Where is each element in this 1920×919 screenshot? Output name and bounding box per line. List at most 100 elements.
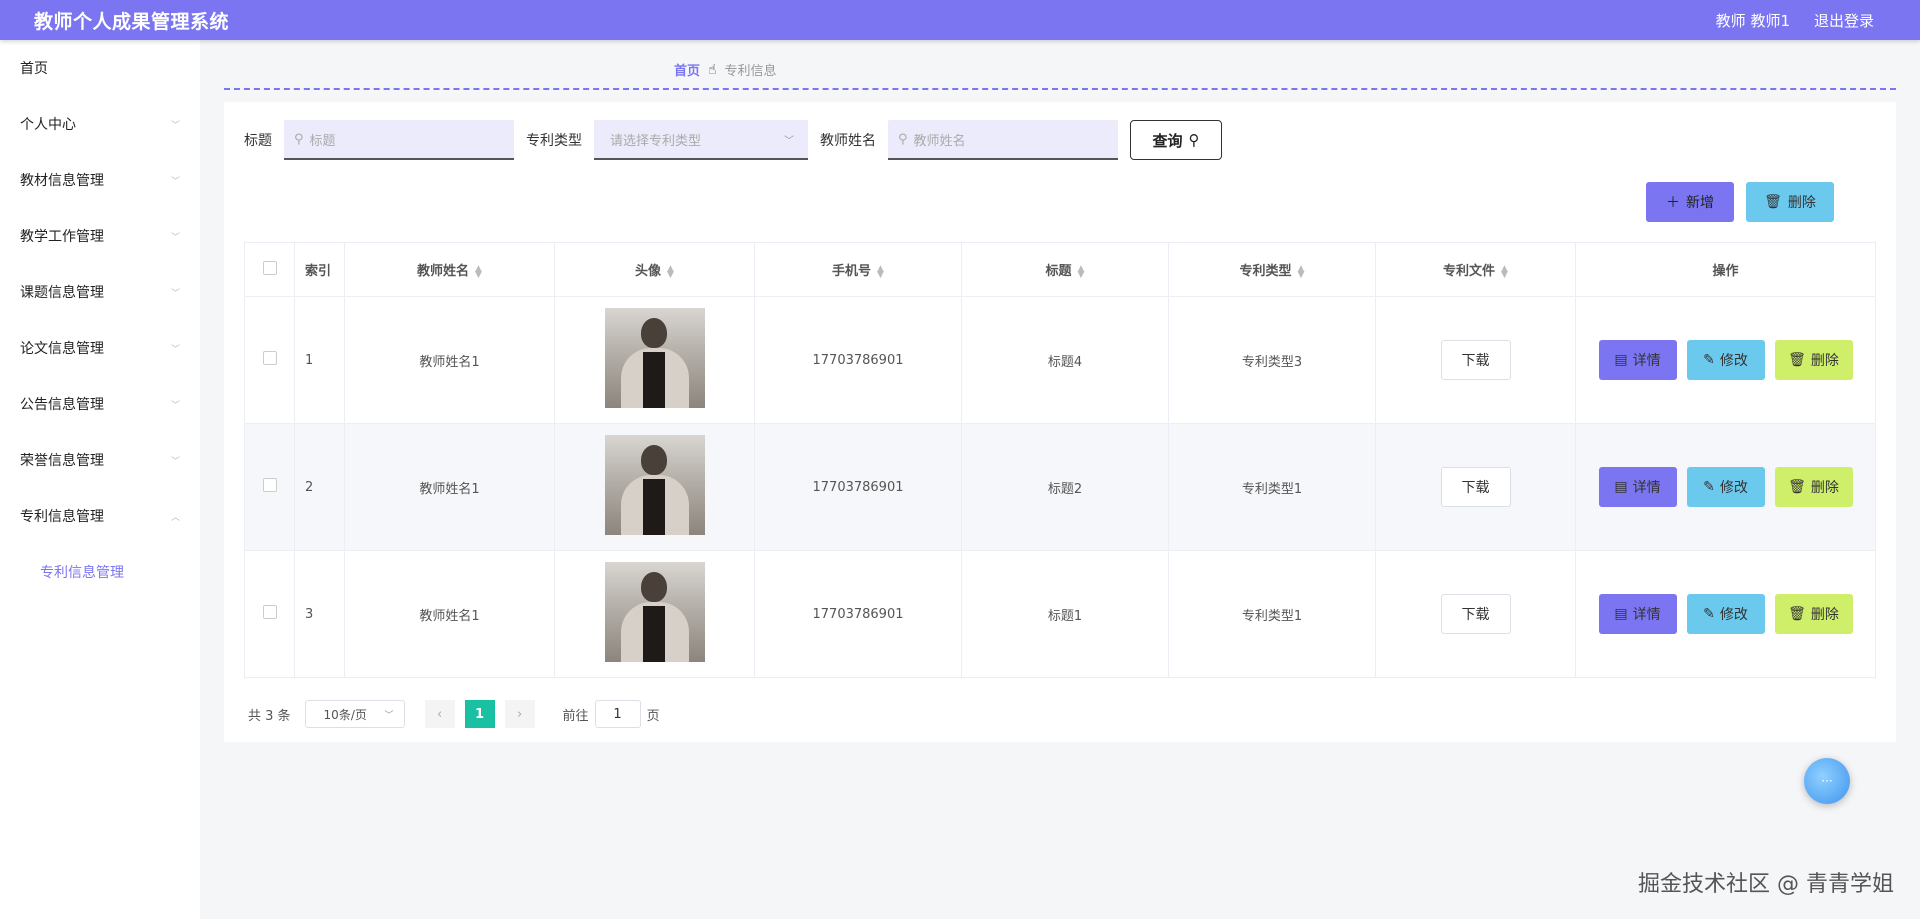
sort-icon[interactable]: ▲ ▼ bbox=[667, 264, 674, 279]
detail-button[interactable]: ▤ 详情 bbox=[1598, 467, 1677, 507]
teacher-search-input[interactable]: ⚲ 教师姓名 bbox=[888, 120, 1118, 160]
batch-delete-button[interactable]: 🗑 删除 bbox=[1746, 182, 1834, 222]
next-page-button[interactable]: › bbox=[504, 700, 535, 728]
delete-label: 删除 bbox=[1810, 607, 1839, 623]
sort-icon[interactable]: ▲ ▼ bbox=[1078, 264, 1085, 279]
title-search-input[interactable]: ⚲ 标题 bbox=[284, 120, 514, 160]
delete-label: 删除 bbox=[1787, 195, 1816, 211]
trash-icon: 🗑 bbox=[1788, 606, 1806, 622]
download-button[interactable]: 下载 bbox=[1440, 340, 1511, 380]
col-type-label: 专利类型 bbox=[1239, 264, 1292, 279]
row-checkbox[interactable] bbox=[262, 605, 277, 619]
download-button[interactable]: 下载 bbox=[1440, 467, 1511, 507]
delete-button[interactable]: 🗑 删除 bbox=[1774, 340, 1853, 380]
type-filter-label: 专利类型 bbox=[526, 133, 582, 149]
avatar bbox=[604, 308, 705, 408]
col-title-label: 标题 bbox=[1045, 264, 1072, 279]
breadcrumb-home[interactable]: 首页 bbox=[674, 60, 700, 79]
delete-button[interactable]: 🗑 删除 bbox=[1774, 594, 1853, 634]
page-size-value: 10条/页 bbox=[323, 707, 367, 722]
edit-button[interactable]: ✎ 修改 bbox=[1686, 340, 1765, 380]
page-size-select[interactable]: 10条/页 ﹀ bbox=[304, 700, 405, 728]
delete-label: 删除 bbox=[1810, 353, 1839, 369]
document-icon: ▤ bbox=[1614, 479, 1628, 495]
patent-type-select[interactable]: 请选择专利类型 ﹀ bbox=[594, 120, 808, 160]
sidebar-item-patent[interactable]: 专利信息管理 ︿ bbox=[0, 488, 200, 544]
prev-page-button[interactable]: ‹ bbox=[424, 700, 455, 728]
table-row: 2 教师姓名1 17703786901 标题2 专利类型1 下载 ▤ 详情 ✎ 修改… bbox=[244, 423, 1876, 551]
edit-button[interactable]: ✎ 修改 bbox=[1686, 467, 1765, 507]
title-filter-label: 标题 bbox=[244, 133, 272, 149]
query-button[interactable]: 查询 ⚲ bbox=[1130, 120, 1222, 160]
detail-button[interactable]: ▤ 详情 bbox=[1598, 340, 1677, 380]
col-avatar[interactable]: 头像 ▲ ▼ bbox=[554, 242, 755, 297]
row-checkbox[interactable] bbox=[262, 478, 277, 492]
sidebar-item-label: 荣誉信息管理 bbox=[20, 453, 104, 469]
sidebar-item-project[interactable]: 课题信息管理 ﹀ bbox=[0, 264, 200, 320]
add-button[interactable]: ＋ 新增 bbox=[1646, 182, 1734, 222]
select-all-cell[interactable] bbox=[244, 242, 295, 297]
row-teacher: 教师姓名1 bbox=[344, 296, 555, 424]
row-type: 专利类型1 bbox=[1168, 423, 1376, 551]
chevron-left-icon: ‹ bbox=[436, 706, 443, 722]
download-button[interactable]: 下载 bbox=[1440, 594, 1511, 634]
row-select-cell[interactable] bbox=[244, 550, 295, 678]
col-file[interactable]: 专利文件 ▲ ▼ bbox=[1375, 242, 1576, 297]
goto-page: 前往 1 页 bbox=[563, 700, 660, 728]
main-content: 首页 ☝ 专利信息 标题 ⚲ 标题 专利类型 请选择专利类型 ﹀ 教师姓名 ⚲ … bbox=[224, 40, 1896, 919]
goto-page-input[interactable]: 1 bbox=[594, 700, 641, 728]
row-actions: ▤ 详情 ✎ 修改 🗑 删除 bbox=[1575, 550, 1876, 678]
col-title[interactable]: 标题 ▲ ▼ bbox=[961, 242, 1169, 297]
row-type: 专利类型3 bbox=[1168, 296, 1376, 424]
teacher-filter-label: 教师姓名 bbox=[820, 133, 876, 149]
logout-link[interactable]: 退出登录 bbox=[1814, 10, 1874, 31]
sidebar-subitem-patent-management[interactable]: 专利信息管理 bbox=[0, 544, 200, 600]
sidebar-item-notice[interactable]: 公告信息管理 ﹀ bbox=[0, 376, 200, 432]
col-phone[interactable]: 手机号 ▲ ▼ bbox=[754, 242, 962, 297]
page-number-button[interactable]: 1 bbox=[464, 700, 495, 728]
sidebar-item-teaching[interactable]: 教学工作管理 ﹀ bbox=[0, 208, 200, 264]
sort-icon[interactable]: ▲ ▼ bbox=[1298, 264, 1305, 279]
edit-button[interactable]: ✎ 修改 bbox=[1686, 594, 1765, 634]
filter-bar: 标题 ⚲ 标题 专利类型 请选择专利类型 ﹀ 教师姓名 ⚲ 教师姓名 查询 ⚲ bbox=[244, 120, 1222, 160]
sidebar: 首页 个人中心 ﹀ 教材信息管理 ﹀ 教学工作管理 ﹀ 课题信息管理 ﹀ 论文信息管理 ﹀… bbox=[0, 40, 200, 919]
sidebar-item-honor[interactable]: 荣誉信息管理 ﹀ bbox=[0, 432, 200, 488]
row-teacher: 教师姓名1 bbox=[344, 550, 555, 678]
col-phone-label: 手机号 bbox=[832, 264, 872, 279]
row-title: 标题4 bbox=[961, 296, 1169, 424]
col-teacher[interactable]: 教师姓名 ▲ ▼ bbox=[344, 242, 555, 297]
sidebar-item-textbook[interactable]: 教材信息管理 ﹀ bbox=[0, 152, 200, 208]
avatar bbox=[604, 435, 705, 535]
detail-button[interactable]: ▤ 详情 bbox=[1598, 594, 1677, 634]
delete-button[interactable]: 🗑 删除 bbox=[1774, 467, 1853, 507]
sidebar-item-personal-center[interactable]: 个人中心 ﹀ bbox=[0, 96, 200, 152]
trash-icon: 🗑 bbox=[1764, 194, 1782, 210]
sort-icon[interactable]: ▲ ▼ bbox=[877, 264, 884, 279]
sidebar-item-home[interactable]: 首页 bbox=[0, 40, 200, 96]
row-select-cell[interactable] bbox=[244, 296, 295, 424]
row-actions: ▤ 详情 ✎ 修改 🗑 删除 bbox=[1575, 296, 1876, 424]
sort-icon[interactable]: ▲ ▼ bbox=[1501, 264, 1508, 279]
add-label: 新增 bbox=[1686, 195, 1714, 211]
chevron-right-icon: › bbox=[516, 706, 523, 722]
floating-action-button[interactable]: ··· bbox=[1804, 758, 1850, 804]
content-panel: 标题 ⚲ 标题 专利类型 请选择专利类型 ﹀ 教师姓名 ⚲ 教师姓名 查询 ⚲ … bbox=[224, 102, 1896, 742]
document-icon: ▤ bbox=[1614, 352, 1628, 368]
edit-label: 修改 bbox=[1719, 480, 1748, 496]
sidebar-item-paper[interactable]: 论文信息管理 ﹀ bbox=[0, 320, 200, 376]
table-row: 1 教师姓名1 17703786901 标题4 专利类型3 下载 ▤ 详情 ✎ 修改… bbox=[244, 296, 1876, 424]
col-teacher-label: 教师姓名 bbox=[417, 264, 470, 279]
chevron-down-icon: ﹀ bbox=[384, 710, 394, 721]
row-select-cell[interactable] bbox=[244, 423, 295, 551]
chevron-down-icon: ﹀ bbox=[170, 344, 180, 355]
sort-icon[interactable]: ▲ ▼ bbox=[475, 264, 482, 279]
watermark-text: 掘金技术社区 @ 青青学姐 bbox=[1638, 872, 1894, 897]
select-all-checkbox[interactable] bbox=[262, 260, 277, 275]
search-icon: ⚲ bbox=[898, 131, 908, 147]
patent-table: 索引 教师姓名 ▲ ▼ 头像 ▲ ▼ 手机号 ▲ ▼ 标题 ▲ ▼ 专利类型 ▲ ▼ 专利文件 ▲ ▼ … bbox=[244, 242, 1876, 678]
chevron-down-icon: ﹀ bbox=[170, 456, 180, 467]
row-checkbox[interactable] bbox=[262, 351, 277, 365]
col-type[interactable]: 专利类型 ▲ ▼ bbox=[1168, 242, 1376, 297]
row-title: 标题1 bbox=[961, 550, 1169, 678]
user-name: 教师 教师1 bbox=[1715, 11, 1790, 30]
